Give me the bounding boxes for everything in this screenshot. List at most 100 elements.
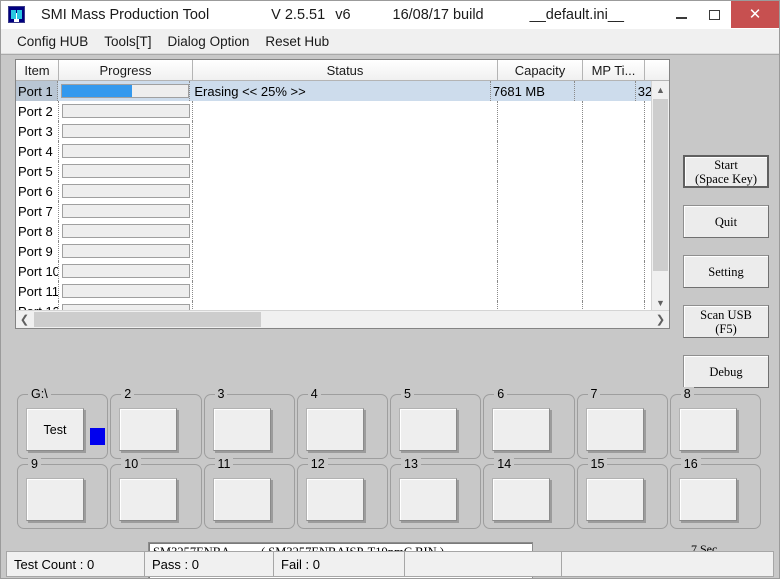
maximize-button[interactable] [698,1,731,28]
window-build-date: 16/08/17 build [392,6,484,23]
slot-display-area [399,478,457,521]
status-bar: Test Count : 0 Pass : 0 Fail : 0 [6,551,774,577]
slot-label: 16 [680,457,701,471]
device-slot[interactable]: 9 [17,457,109,529]
slot-display-area [585,478,644,521]
column-header-mp-time[interactable]: MP Ti... [583,60,645,80]
table-row[interactable]: Port 6 [16,181,652,201]
menu-item-tools[interactable]: Tools[T] [96,32,159,51]
column-header-item[interactable]: Item [16,60,59,80]
port-list: Item Progress Status Capacity MP Ti... P… [15,59,670,329]
cell-item: Port 9 [16,241,59,261]
slot-label: 8 [680,387,694,401]
title-bar: SMI Mass Production Tool V 2.5.51 v6 16/… [1,1,779,29]
cell-capacity [498,221,583,241]
progress-bar [62,284,190,298]
button-label-line2: (F5) [715,321,737,336]
slot-label: 12 [307,457,328,471]
menu-item-dialog-option[interactable]: Dialog Option [160,32,258,51]
slot-display-area [585,408,644,451]
close-button[interactable]: ✕ [731,1,779,28]
vertical-scroll-thumb[interactable] [653,99,668,271]
column-header-capacity[interactable]: Capacity [498,60,583,80]
minimize-button[interactable] [665,1,698,28]
table-row[interactable]: Port 2 [16,101,652,121]
device-slot[interactable]: 5 [390,387,482,459]
window-title: SMI Mass Production Tool [41,6,210,23]
column-header-status[interactable]: Status [193,60,498,80]
cell-status [193,121,498,141]
table-row[interactable]: Port 7 [16,201,652,221]
cell-mp-time [583,181,645,201]
quit-button[interactable]: Quit [683,205,769,238]
chevron-left-icon[interactable]: ❮ [16,311,33,328]
slot-label: 7 [587,387,601,401]
slot-row-2: 9 10 11 12 13 14 15 16 [17,457,762,529]
device-slot[interactable]: 12 [296,457,388,529]
device-slot[interactable]: 7 [576,387,668,459]
device-slot[interactable]: 16 [669,457,761,529]
device-slot[interactable]: 8 [669,387,761,459]
cell-mp-time [583,101,645,121]
button-label-line1: Setting [708,264,744,279]
chevron-right-icon[interactable]: ❯ [652,311,669,328]
device-slot[interactable]: 4 [296,387,388,459]
table-row[interactable]: Port 11 [16,281,652,301]
status-pane-fail: Fail : 0 [274,552,405,576]
start-button[interactable]: Start (Space Key) [683,155,769,188]
slot-label: 4 [307,387,321,401]
device-slot[interactable]: 6 [483,387,575,459]
table-row[interactable]: Port 5 [16,161,652,181]
progress-bar [62,204,190,218]
status-pane-empty-2 [562,552,773,576]
device-slot[interactable]: 2 [110,387,202,459]
port-list-vertical-scrollbar[interactable]: ▲ ▼ [651,81,669,311]
slot-test-button[interactable]: Test [26,408,84,451]
device-slot[interactable]: G:\ Test [17,387,109,459]
button-label-line1: Start [714,157,738,172]
table-row[interactable]: Port 1 Erasing << 25% >> 7681 MB 32 [16,81,652,101]
progress-bar [62,144,190,158]
cell-status [193,261,498,281]
cell-progress [59,141,193,161]
table-row[interactable]: Port 3 [16,121,652,141]
port-list-body: Port 1 Erasing << 25% >> 7681 MB 32 Port 2 Po… [16,81,652,311]
chevron-up-icon[interactable]: ▲ [652,81,669,98]
scan-usb-button[interactable]: Scan USB (F5) [683,305,769,338]
cell-mp-time [583,221,645,241]
table-row[interactable]: Port 10 [16,261,652,281]
cell-capacity [498,181,583,201]
cell-capacity [498,101,583,121]
slot-display-area [119,408,178,451]
device-slot[interactable]: 10 [110,457,202,529]
column-header-spacer [645,60,669,80]
device-slot[interactable]: 15 [576,457,668,529]
cell-capacity [498,141,583,161]
cell-mp-time [583,141,645,161]
minimize-icon [676,16,687,19]
debug-button[interactable]: Debug [683,355,769,388]
slot-label: 2 [121,387,135,401]
cell-status [193,201,498,221]
table-row[interactable]: Port 9 [16,241,652,261]
horizontal-scroll-thumb[interactable] [34,312,261,327]
column-header-progress[interactable]: Progress [59,60,193,80]
menu-item-config-hub[interactable]: Config HUB [9,32,96,51]
device-slot[interactable]: 3 [203,387,295,459]
table-row[interactable]: Port 4 [16,141,652,161]
slot-display-area [305,478,364,521]
chevron-down-icon[interactable]: ▼ [652,294,669,311]
device-slot[interactable]: 11 [203,457,295,529]
cell-progress [59,241,193,261]
setting-button[interactable]: Setting [683,255,769,288]
slot-label: 10 [121,457,142,471]
port-list-horizontal-scrollbar[interactable]: ❮ ❯ [16,310,669,328]
slot-label: 3 [214,387,228,401]
device-slot[interactable]: 14 [483,457,575,529]
cell-progress [58,81,191,101]
menu-item-reset-hub[interactable]: Reset Hub [257,32,337,51]
cell-mp-time [583,121,645,141]
device-slot[interactable]: 13 [390,457,482,529]
table-row[interactable]: Port 8 [16,221,652,241]
button-label-line2: (Space Key) [694,171,758,186]
